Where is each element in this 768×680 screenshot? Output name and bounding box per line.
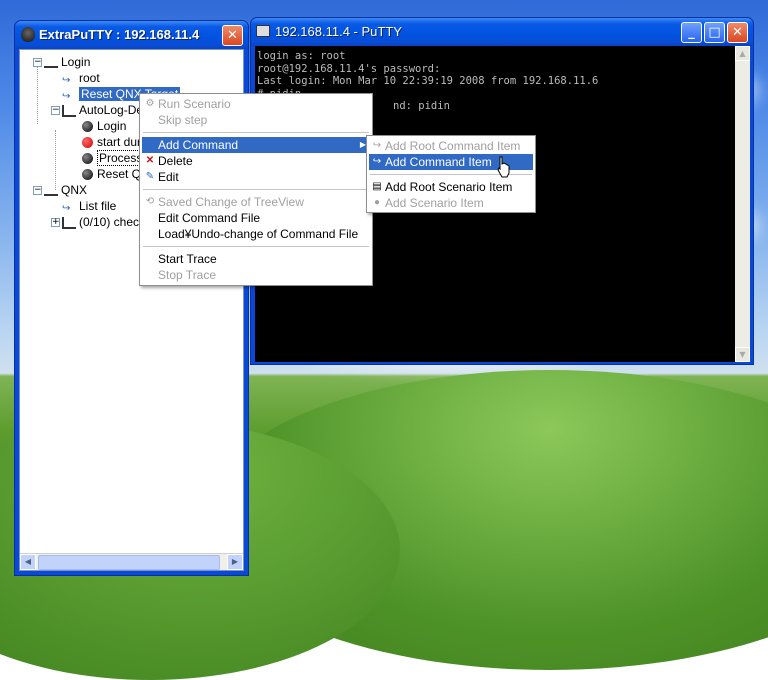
tree-item-qnx[interactable]: QNX: [44, 182, 87, 198]
tree-item-process[interactable]: Process: [82, 150, 145, 166]
vertical-scrollbar[interactable]: ▲ ▼: [735, 46, 750, 362]
tree-item-login[interactable]: Login: [44, 54, 90, 70]
menu-item-add-scenario-item[interactable]: ● Add Scenario Item: [369, 195, 533, 211]
menu-item-add-root-command-item[interactable]: ↪ Add Root Command Item: [369, 138, 533, 154]
step-status-icon: [82, 121, 93, 133]
command-icon: ↪: [62, 74, 71, 86]
tree-item-autolog-login[interactable]: Login: [82, 118, 126, 134]
putty-app-icon: [256, 25, 270, 37]
menu-item-skip-step[interactable]: Skip step: [142, 112, 370, 128]
menu-item-saved-change[interactable]: ⟲ Saved Change of TreeView: [142, 194, 370, 210]
login-group-icon: [44, 58, 58, 68]
qnx-group-icon: [44, 186, 58, 196]
alien-app-icon: [21, 27, 35, 42]
menu-item-add-root-scenario-item[interactable]: ▤ Add Root Scenario Item: [369, 179, 533, 195]
close-icon: ✕: [227, 28, 238, 43]
gear-icon: ⚙: [145, 98, 155, 109]
scroll-up-icon[interactable]: ▲: [735, 46, 750, 61]
step-status-icon: [82, 169, 93, 181]
menu-item-run-scenario[interactable]: ⚙ Run Scenario: [142, 96, 370, 112]
scroll-down-icon[interactable]: ▼: [735, 347, 750, 362]
command-icon: ↪: [62, 90, 71, 102]
command-icon: ↪: [62, 202, 71, 214]
edit-icon: ✎: [145, 171, 155, 182]
scenario-icon: [62, 104, 76, 117]
extraputty-titlebar[interactable]: ExtraPuTTY : 192.168.11.4 ✕: [15, 21, 248, 49]
extraputty-title: ExtraPuTTY : 192.168.11.4: [39, 27, 200, 42]
putty-titlebar[interactable]: 192.168.11.4 - PuTTY _ □ ✕: [251, 18, 753, 46]
terminal-line: login as: root: [257, 50, 346, 62]
horizontal-scrollbar[interactable]: ◀ ▶: [20, 553, 243, 570]
tree-item-check[interactable]: (0/10) check: [62, 214, 145, 230]
menu-item-delete[interactable]: ✕ Delete: [142, 153, 370, 169]
maximize-icon: □: [708, 25, 721, 40]
save-icon: ⟲: [145, 196, 155, 207]
tree-item-root[interactable]: ↪ root: [62, 70, 100, 86]
step-status-icon: [82, 153, 93, 165]
menu-item-start-trace[interactable]: Start Trace: [142, 251, 370, 267]
scenario-icon: [62, 216, 76, 229]
putty-title: 192.168.11.4 - PuTTY: [275, 24, 402, 39]
error-status-icon: [82, 137, 93, 149]
command-icon: ↪: [372, 156, 382, 167]
delete-icon: ✕: [145, 155, 155, 166]
scroll-thumb[interactable]: [38, 555, 220, 570]
menu-item-edit[interactable]: ✎ Edit: [142, 169, 370, 185]
terminal-line: root@192.168.11.4's password:: [257, 62, 441, 75]
close-button[interactable]: ✕: [727, 22, 748, 43]
maximize-button[interactable]: □: [704, 22, 725, 43]
menu-item-edit-command-file[interactable]: Edit Command File: [142, 210, 370, 226]
close-button[interactable]: ✕: [222, 25, 243, 46]
minimize-button[interactable]: _: [681, 22, 702, 43]
scenario-add-icon: ●: [373, 197, 381, 208]
close-icon: ✕: [732, 25, 743, 40]
scroll-left-icon[interactable]: ◀: [20, 554, 36, 570]
scroll-right-icon[interactable]: ▶: [227, 554, 243, 570]
context-menu: ⚙ Run Scenario Skip step Add Command ▶ ✕ De…: [139, 93, 373, 286]
tree-item-start-dur[interactable]: start dur: [82, 134, 141, 150]
menu-item-stop-trace[interactable]: Stop Trace: [142, 267, 370, 283]
expander-check[interactable]: +: [51, 218, 60, 227]
menu-item-load-undo[interactable]: Load¥Undo-change of Command File: [142, 226, 370, 242]
tree-item-autolog[interactable]: AutoLog-De: [62, 102, 143, 118]
tree-item-reset-q[interactable]: Reset Q: [82, 166, 141, 182]
expander-qnx[interactable]: −: [33, 186, 42, 195]
scenario-icon: ▤: [372, 181, 382, 192]
minimize-icon: _: [688, 25, 695, 40]
mouse-cursor-icon: [497, 156, 510, 178]
terminal-line: Last login: Mon Mar 10 22:39:19 2008 fro…: [257, 75, 599, 87]
expander-autolog[interactable]: −: [51, 106, 60, 115]
expander-login[interactable]: −: [33, 58, 42, 67]
tree-item-list-file[interactable]: ↪ List file: [62, 198, 116, 214]
menu-item-add-command[interactable]: Add Command ▶: [142, 137, 370, 153]
root-command-icon: ↪: [372, 140, 382, 151]
